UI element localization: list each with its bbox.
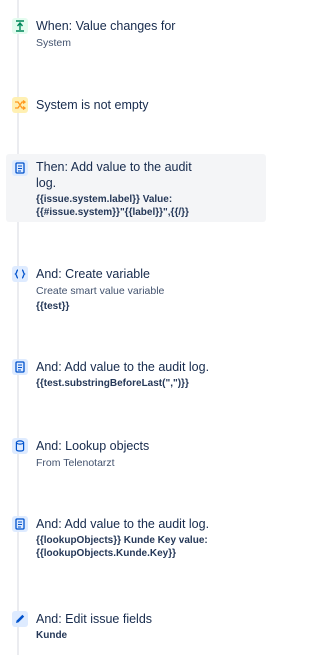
step-title: When: Value changes for <box>36 19 176 33</box>
step-title: And: Add value to the audit log. <box>36 517 210 531</box>
condition-step[interactable]: System is not empty <box>6 97 266 117</box>
step-title: Then: Add value to the audit log. <box>36 160 192 190</box>
code-line: {{issue.system.label}} Value: <box>36 194 173 205</box>
step-title: And: Lookup objects <box>36 439 150 453</box>
variable-icon <box>12 266 28 282</box>
step-subtitle: System <box>36 37 72 49</box>
step-title: And: Edit issue fields <box>36 612 153 626</box>
step-title: And: Add value to the audit log. <box>36 360 210 374</box>
log-icon <box>12 516 28 532</box>
step-code: Kunde <box>36 629 262 642</box>
step-subtitle: Create smart value variable <box>36 285 165 297</box>
log-icon <box>12 359 28 375</box>
step-title: System is not empty <box>36 98 149 112</box>
lookup-icon <box>12 438 28 454</box>
edit-icon <box>12 611 28 627</box>
condition-icon <box>12 97 28 113</box>
code-line: {{lookupObjects}} Kunde Key value: <box>36 535 208 546</box>
code-line: {{test.substringBeforeLast(",")}} <box>36 378 189 389</box>
code-line: Kunde <box>36 630 68 641</box>
trigger-icon <box>12 18 28 34</box>
step-code: {{issue.system.label}} Value: {{#issue.s… <box>36 193 236 219</box>
audit-log-step[interactable]: Then: Add value to the audit log. {{issu… <box>6 154 266 222</box>
edit-issue-step[interactable]: And: Edit issue fields Kunde <box>6 611 266 645</box>
lookup-objects-step[interactable]: And: Lookup objects From Telenotarzt <box>6 438 266 474</box>
code-line: {{#issue.system}}"{{label}}",{{/}} <box>36 207 189 218</box>
step-code: {{test.substringBeforeLast(",")}} <box>36 377 262 390</box>
create-variable-step[interactable]: And: Create variable Create smart value … <box>6 266 266 316</box>
trigger-step[interactable]: When: Value changes for System <box>6 18 266 54</box>
step-code: {{lookupObjects}} Kunde Key value: {{loo… <box>36 534 262 560</box>
code-line: {{test}} <box>36 301 70 312</box>
audit-log-step[interactable]: And: Add value to the audit log. {{looku… <box>6 516 266 568</box>
audit-log-step[interactable]: And: Add value to the audit log. {{test.… <box>6 359 266 395</box>
step-code: {{test}} <box>36 300 262 313</box>
code-line: {{lookupObjects.Kunde.Key}} <box>36 548 177 559</box>
step-subtitle: From Telenotarzt <box>36 457 115 469</box>
step-title: And: Create variable <box>36 267 150 281</box>
log-icon <box>12 160 28 176</box>
